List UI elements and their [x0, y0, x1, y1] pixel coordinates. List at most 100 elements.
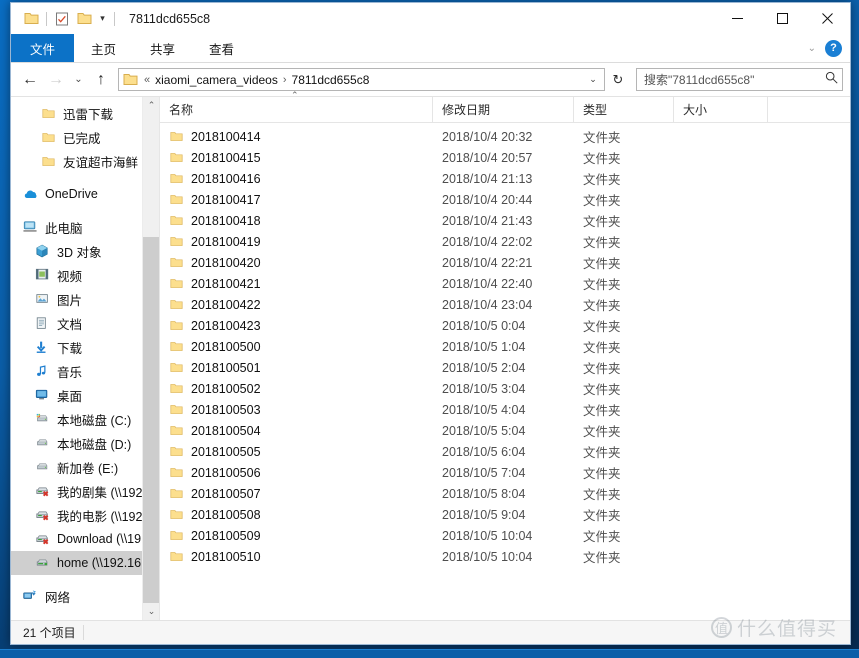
table-row[interactable]: 2018100506 2018/10/5 7:04 文件夹: [160, 462, 850, 483]
table-row[interactable]: 2018100415 2018/10/4 20:57 文件夹: [160, 147, 850, 168]
table-row[interactable]: 2018100508 2018/10/5 9:04 文件夹: [160, 504, 850, 525]
cell-name: 2018100500: [160, 340, 433, 354]
folder-icon: [169, 214, 184, 227]
file-name-label: 2018100423: [191, 318, 261, 333]
table-row[interactable]: 2018100417 2018/10/4 20:44 文件夹: [160, 189, 850, 210]
tab-file[interactable]: 文件: [11, 34, 75, 62]
address-bar[interactable]: « xiaomi_camera_videos › 7811dcd655c8 ⌄: [118, 68, 605, 91]
sidebar-item-1[interactable]: 已完成: [11, 125, 159, 149]
cell-type: 文件夹: [583, 509, 621, 523]
table-row[interactable]: 2018100500 2018/10/5 1:04 文件夹: [160, 336, 850, 357]
table-row[interactable]: 2018100505 2018/10/5 6:04 文件夹: [160, 441, 850, 462]
sidebar-item-11[interactable]: 桌面: [11, 383, 159, 407]
forward-button[interactable]: →: [44, 68, 68, 92]
onedrive-icon: [21, 186, 39, 202]
up-button[interactable]: ↑: [89, 68, 113, 92]
cell-type: 文件夹: [583, 278, 621, 292]
sidebar-item-label: 下载: [57, 341, 83, 356]
network-icon: [21, 588, 39, 604]
sidebar-item-label: OneDrive: [45, 187, 98, 201]
table-row[interactable]: 2018100502 2018/10/5 3:04 文件夹: [160, 378, 850, 399]
scroll-down-arrow-icon[interactable]: ⌄: [143, 603, 159, 620]
properties-icon[interactable]: [51, 8, 73, 30]
cell-type: 文件夹: [583, 341, 621, 355]
cell-name: 2018100501: [160, 361, 433, 375]
breadcrumb-item-current[interactable]: 7811dcd655c8: [289, 73, 373, 87]
cell-date-modified: 2018/10/4 20:44: [442, 192, 533, 207]
search-icon[interactable]: [825, 71, 838, 89]
tab-view[interactable]: 查看: [192, 34, 251, 62]
cell-type: 文件夹: [583, 173, 621, 187]
minimize-button[interactable]: [715, 3, 760, 34]
navigation-list: 迅雷下载 已完成 友谊超市海鲜 OneDrive 此电脑 3D 对象 视频 图片 文档下载音乐桌…: [11, 97, 159, 608]
column-header-date[interactable]: 修改日期: [433, 96, 574, 123]
sidebar-item-15[interactable]: 我的剧集 (\\192...: [11, 479, 159, 503]
close-button[interactable]: [805, 3, 850, 34]
table-row[interactable]: 2018100414 2018/10/4 20:32 文件夹: [160, 126, 850, 147]
qat-dropdown-icon[interactable]: ▾: [95, 9, 110, 29]
sidebar-item-2[interactable]: 友谊超市海鲜: [11, 149, 159, 173]
breadcrumb-overflow-icon[interactable]: «: [142, 74, 152, 86]
chevron-down-icon[interactable]: ⌄: [808, 43, 816, 54]
sidebar-item-label: 此电脑: [45, 221, 83, 236]
sidebar-item-13[interactable]: 本地磁盘 (D:): [11, 431, 159, 455]
sidebar-item-19[interactable]: 网络: [11, 584, 159, 608]
cell-name: 2018100416: [160, 172, 433, 186]
table-row[interactable]: 2018100510 2018/10/5 10:04 文件夹: [160, 546, 850, 567]
column-header-type[interactable]: 类型: [574, 96, 674, 123]
sidebar-item-5[interactable]: 3D 对象: [11, 239, 159, 263]
recent-locations-icon[interactable]: ⌄: [70, 68, 87, 92]
column-header-size[interactable]: 大小: [674, 96, 768, 123]
table-row[interactable]: 2018100423 2018/10/5 0:04 文件夹: [160, 315, 850, 336]
sidebar-item-9[interactable]: 下载: [11, 335, 159, 359]
breadcrumb-separator-icon[interactable]: ›: [281, 74, 289, 86]
table-row[interactable]: 2018100504 2018/10/5 5:04 文件夹: [160, 420, 850, 441]
navigation-scrollbar[interactable]: ⌃ ⌄: [142, 97, 159, 620]
tab-home[interactable]: 主页: [74, 34, 133, 62]
tab-share[interactable]: 共享: [133, 34, 192, 62]
table-row[interactable]: 2018100419 2018/10/4 22:02 文件夹: [160, 231, 850, 252]
breadcrumb-dropdown-icon[interactable]: ⌄: [584, 69, 602, 90]
table-row[interactable]: 2018100509 2018/10/5 10:04 文件夹: [160, 525, 850, 546]
sidebar-item-8[interactable]: 文档: [11, 311, 159, 335]
column-header-name[interactable]: ⌃ 名称: [160, 90, 433, 123]
sidebar-item-3[interactable]: OneDrive: [11, 182, 159, 206]
sidebar-item-label: Download (\\19...: [57, 532, 152, 546]
folder-icon[interactable]: [20, 8, 42, 30]
sidebar-item-12[interactable]: 本地磁盘 (C:): [11, 407, 159, 431]
table-row[interactable]: 2018100420 2018/10/4 22:21 文件夹: [160, 252, 850, 273]
search-box[interactable]: 搜索"7811dcd655c8": [636, 68, 843, 91]
sidebar-item-10[interactable]: 音乐: [11, 359, 159, 383]
disconnected-network-drive-icon: [33, 507, 51, 523]
window-controls: [715, 3, 850, 34]
sidebar-item-0[interactable]: 迅雷下载: [11, 101, 159, 125]
cell-date-modified: 2018/10/5 7:04: [442, 465, 526, 480]
table-row[interactable]: 2018100418 2018/10/4 21:43 文件夹: [160, 210, 850, 231]
table-row[interactable]: 2018100507 2018/10/5 8:04 文件夹: [160, 483, 850, 504]
folder-icon: [169, 298, 184, 311]
scroll-up-arrow-icon[interactable]: ⌃: [143, 97, 159, 114]
table-row[interactable]: 2018100422 2018/10/4 23:04 文件夹: [160, 294, 850, 315]
new-folder-icon[interactable]: [73, 8, 95, 30]
sidebar-item-14[interactable]: 新加卷 (E:): [11, 455, 159, 479]
sidebar-item-7[interactable]: 图片: [11, 287, 159, 311]
sidebar-item-16[interactable]: 我的电影 (\\192...: [11, 503, 159, 527]
sidebar-item-17[interactable]: Download (\\19...: [11, 527, 159, 551]
sidebar-item-18[interactable]: home (\\192.16...: [11, 551, 159, 575]
table-row[interactable]: 2018100501 2018/10/5 2:04 文件夹: [160, 357, 850, 378]
cell-date-modified: 2018/10/5 8:04: [442, 486, 526, 501]
breadcrumb-item-parent[interactable]: xiaomi_camera_videos: [152, 73, 281, 87]
maximize-button[interactable]: [760, 3, 805, 34]
table-row[interactable]: 2018100421 2018/10/4 22:40 文件夹: [160, 273, 850, 294]
search-input[interactable]: 搜索"7811dcd655c8": [644, 71, 754, 88]
table-row[interactable]: 2018100503 2018/10/5 4:04 文件夹: [160, 399, 850, 420]
help-icon[interactable]: ?: [825, 39, 842, 57]
table-row[interactable]: 2018100416 2018/10/4 21:13 文件夹: [160, 168, 850, 189]
ribbon-right-controls: ⌄ ?: [808, 34, 850, 62]
cell-type: 文件夹: [583, 152, 621, 166]
scrollbar-thumb[interactable]: [143, 237, 159, 607]
sidebar-item-4[interactable]: 此电脑: [11, 215, 159, 239]
sidebar-item-6[interactable]: 视频: [11, 263, 159, 287]
back-button[interactable]: ←: [18, 68, 42, 92]
refresh-button[interactable]: ↻: [607, 68, 629, 91]
